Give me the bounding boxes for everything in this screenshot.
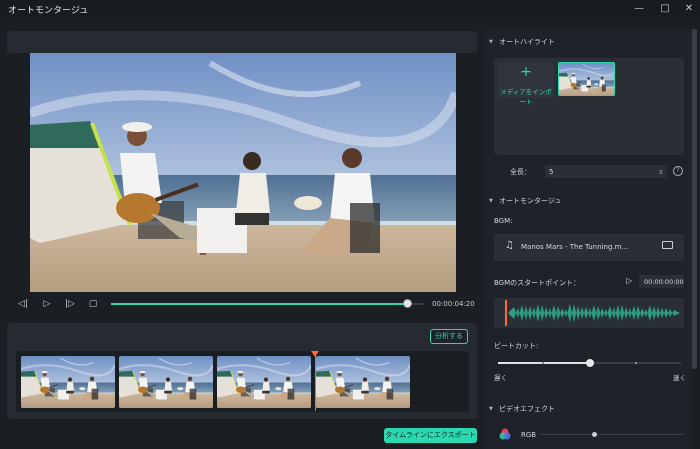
timeline-clip[interactable] [217,356,311,408]
music-note-icon: ♫ [505,240,514,251]
next-frame-icon[interactable]: |▷ [64,298,76,310]
video-preview[interactable] [30,53,456,292]
auto-highlight-title: オートハイライト [499,38,555,46]
bgm-track-name: Manos Mars - The Tunning.m... [521,243,629,251]
duration-label: 全長： [510,168,531,176]
player-header [7,31,477,53]
timeline-clip[interactable] [21,356,115,408]
timeline-clip[interactable] [119,356,213,408]
slider-tick [635,362,637,364]
video-effects-title: ビデオエフェクト [499,405,555,413]
slider-tick [542,362,544,364]
timecode: 00:00:04:20 [432,300,475,308]
duration-input[interactable] [545,165,667,178]
rgb-effect-icon [499,428,511,440]
clip-thumbnail [217,356,311,408]
beat-cut-handle[interactable] [585,359,594,367]
media-thumbnail-image [559,63,614,95]
bgm-label: BGM: [494,217,513,225]
stop-icon[interactable]: ▢ [87,298,99,310]
rgb-effect-graphic [499,428,511,440]
clip-thumbnail [316,356,410,408]
window-title: オートモンタージュ [8,6,89,16]
rgb-effect-label: RGB [521,431,537,439]
import-media-label: メディアをインポート [500,88,552,106]
panel-scrollbar[interactable] [692,29,697,369]
auto-montage-title: オートモンタージュ [499,197,562,205]
rgb-effect-slider[interactable] [540,434,684,435]
preview-image [30,53,456,292]
duration-unit: s [659,168,663,176]
folder-icon[interactable] [662,241,673,249]
maximize-icon[interactable]: □ [658,2,672,16]
collapse-caret-icon[interactable]: ▼ [489,198,493,204]
duration-value: 5 [549,168,554,176]
play-bgm-icon[interactable]: ▷ [626,276,632,285]
beat-cut-label: ビートカット: [494,342,539,350]
help-icon[interactable]: ? [673,166,683,176]
slow-label: 遅く [494,374,507,382]
progress-fill [111,303,408,305]
waveform-graphic [505,300,680,326]
fast-label: 速く [673,374,686,382]
playhead-handle[interactable] [311,351,319,357]
play-icon[interactable]: ▷ [41,298,53,310]
progress-handle[interactable] [403,299,413,308]
plus-icon: + [520,64,532,80]
bgm-start-value: 00:00:00:00 [644,278,684,286]
rgb-effect-handle[interactable] [592,432,597,437]
clip-thumbnail [119,356,213,408]
playhead[interactable] [315,352,316,411]
export-to-timeline-button[interactable]: タイムラインにエクスポートする [384,428,477,449]
prev-frame-icon[interactable]: ◁| [17,298,29,310]
title-bar [0,0,700,18]
clip-thumbnail [21,356,115,408]
analyze-button[interactable]: 分析する [430,329,468,344]
media-thumbnail[interactable] [558,62,615,96]
waveform[interactable] [494,298,684,328]
minimize-icon[interactable]: — [632,2,646,16]
bgm-start-label: BGMのスタートポイント： [494,279,581,287]
collapse-caret-icon[interactable]: ▼ [489,406,493,412]
collapse-caret-icon[interactable]: ▼ [489,39,493,45]
timeline-clip[interactable] [316,356,410,408]
close-icon[interactable]: ✕ [682,2,696,16]
